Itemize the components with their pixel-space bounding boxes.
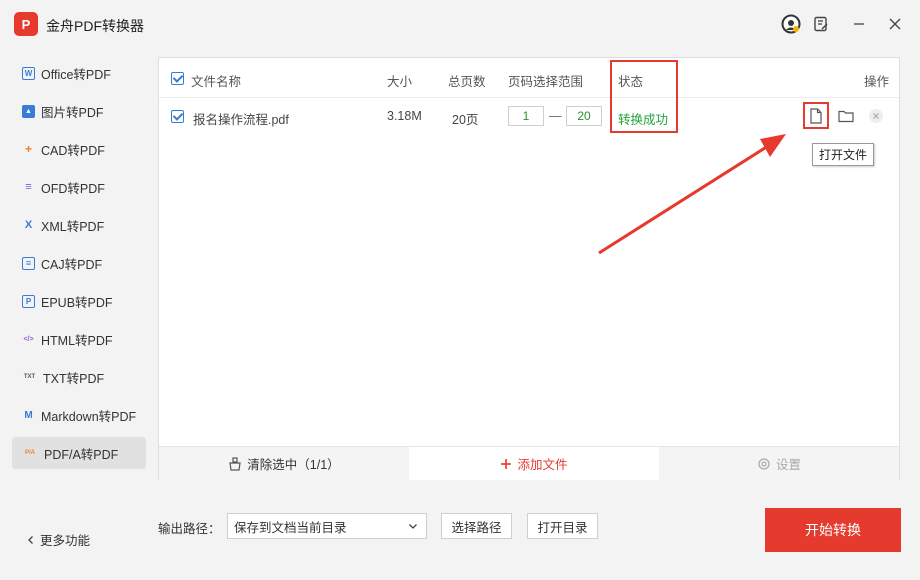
sidebar-item-txt[interactable]: TXT TXT转PDF — [12, 361, 146, 393]
start-convert-button[interactable]: 开始转换 — [765, 508, 901, 552]
app-logo-icon: P — [14, 12, 38, 36]
user-avatar-icon[interactable] — [781, 14, 801, 34]
sidebar-item-xml[interactable]: X XML转PDF — [12, 209, 146, 241]
page-from-input[interactable]: 1 — [508, 106, 544, 126]
settings-button[interactable]: 设置 — [659, 447, 899, 480]
sidebar-item-cad[interactable]: + CAD转PDF — [12, 133, 146, 165]
highlight-status-box — [610, 60, 678, 133]
txt-icon: TXT — [23, 374, 36, 380]
title-bar: P 金舟PDF转换器 — [0, 0, 920, 50]
sidebar-item-label: EPUB转PDF — [41, 295, 113, 310]
row-checkbox[interactable] — [171, 110, 184, 123]
choose-path-button[interactable]: 选择路径 — [441, 513, 512, 539]
file-size: 3.18M — [387, 109, 422, 123]
pdfa-icon: P/A — [24, 450, 35, 456]
cad-icon: + — [24, 142, 32, 156]
more-features-link[interactable]: 更多功能 — [26, 530, 90, 549]
word-icon: W — [22, 66, 35, 80]
clear-broom-icon — [229, 456, 241, 471]
sidebar-item-label: HTML转PDF — [41, 333, 113, 348]
chevron-down-icon — [409, 524, 417, 529]
sidebar-item-label: PDF/A转PDF — [44, 447, 119, 462]
sidebar-item-pdfa[interactable]: P/A PDF/A转PDF — [12, 437, 146, 469]
sidebar-item-markdown[interactable]: M Markdown转PDF — [12, 399, 146, 431]
chevron-left-icon — [28, 535, 33, 544]
markdown-icon: M — [24, 409, 33, 421]
ofd-icon: ≡ — [25, 181, 32, 193]
sidebar-item-epub[interactable]: P EPUB转PDF — [12, 285, 146, 317]
folder-icon[interactable] — [836, 106, 856, 126]
xml-icon: X — [24, 219, 33, 231]
close-icon[interactable] — [885, 14, 905, 34]
output-path-select[interactable]: 保存到文档当前目录 — [227, 513, 427, 539]
open-file-tooltip: 打开文件 — [812, 143, 875, 166]
file-action-bar: 清除选中（1/1） 添加文件 设置 — [159, 446, 899, 480]
page-to-input[interactable]: 20 — [566, 106, 602, 126]
clear-selected-button[interactable]: 清除选中（1/1） — [159, 447, 409, 480]
gear-icon — [758, 457, 770, 470]
sidebar-item-html[interactable]: </> HTML转PDF — [12, 323, 146, 355]
sidebar-item-label: Markdown转PDF — [41, 409, 137, 424]
header-size: 大小 — [387, 75, 413, 89]
add-file-button[interactable]: 添加文件 — [409, 447, 659, 480]
table-row[interactable]: 报名操作流程.pdf 3.18M 20页 1 — 20 转换成功 — [159, 99, 899, 135]
minimize-icon[interactable] — [849, 14, 869, 34]
sidebar-item-caj[interactable]: ≡ CAJ转PDF — [12, 247, 146, 279]
html-code-icon: </> — [23, 335, 34, 343]
header-actions: 操作 — [864, 75, 890, 89]
range-dash: — — [549, 109, 562, 123]
file-list-panel: 文件名称 大小 总页数 页码选择范围 状态 操作 报名操作流程.pdf 3.18… — [158, 57, 900, 480]
plus-icon — [501, 458, 512, 469]
highlight-open-file-box — [803, 102, 829, 129]
sidebar-item-label: 图片转PDF — [41, 105, 104, 120]
sidebar-item-ofd[interactable]: ≡ OFD转PDF — [12, 171, 146, 203]
sidebar-item-label: Office转PDF — [41, 67, 111, 82]
page-count: 20页 — [452, 113, 479, 127]
sidebar-item-image[interactable]: ▲ 图片转PDF — [12, 95, 146, 127]
sidebar-item-label: XML转PDF — [41, 219, 105, 234]
image-icon: ▲ — [22, 104, 35, 118]
header-pages: 总页数 — [448, 75, 486, 89]
table-header: 文件名称 大小 总页数 页码选择范围 状态 操作 — [159, 58, 899, 98]
sidebar-item-label: CAJ转PDF — [41, 257, 103, 272]
epub-icon: P — [22, 294, 35, 308]
sidebar-item-label: CAD转PDF — [41, 143, 105, 158]
output-path-label: 输出路径： — [158, 522, 221, 536]
app-title: 金舟PDF转换器 — [46, 18, 144, 34]
header-range: 页码选择范围 — [508, 75, 584, 89]
open-directory-button[interactable]: 打开目录 — [527, 513, 598, 539]
file-name: 报名操作流程.pdf — [193, 113, 289, 127]
header-name: 文件名称 — [191, 75, 242, 89]
select-all-checkbox[interactable] — [171, 72, 184, 85]
caj-icon: ≡ — [22, 256, 35, 270]
remove-file-icon[interactable] — [866, 106, 886, 126]
feedback-icon[interactable] — [811, 14, 831, 34]
sidebar-item-label: OFD转PDF — [41, 181, 105, 196]
sidebar-item-office[interactable]: W Office转PDF — [12, 57, 146, 89]
sidebar-item-label: TXT转PDF — [43, 371, 105, 386]
